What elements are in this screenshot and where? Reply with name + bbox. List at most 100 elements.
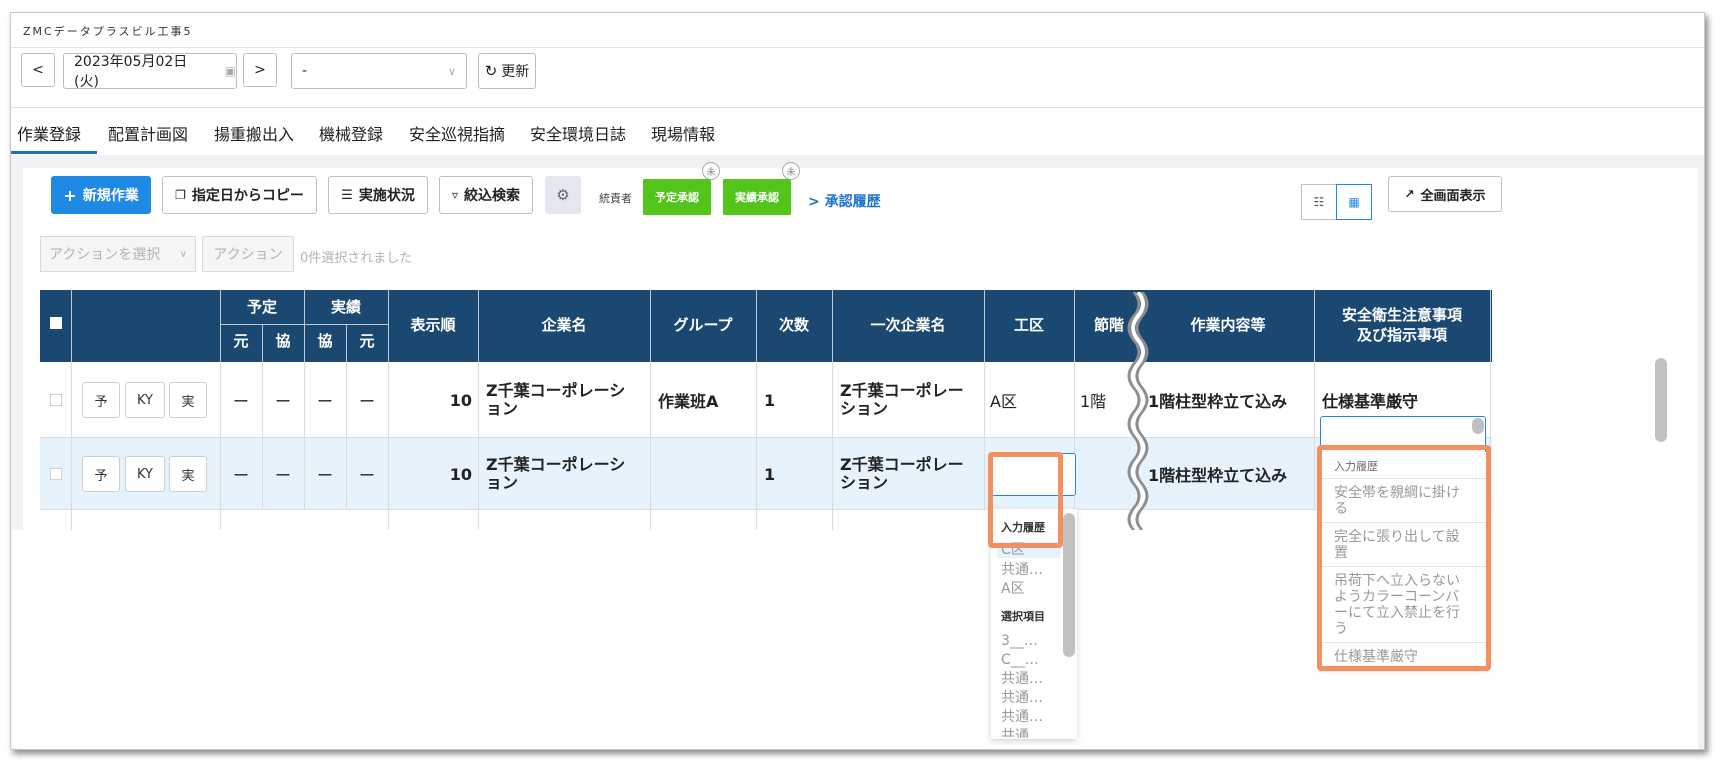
hierarchy-icon: ☷ [1313,195,1325,209]
tree-view-button[interactable]: ☷ [1301,184,1337,220]
filter-label: 絞込検索 [464,188,521,204]
row-divider [71,438,72,510]
header-yotei-kyo: 協 [275,332,291,350]
row-divider [650,438,651,510]
selected-count: 0件選択されました [300,251,413,266]
primary-company-line2: ション [840,473,889,492]
tab-safety-diary[interactable]: 安全環境日誌 [530,121,626,145]
tab-layout-plan[interactable]: 配置計画図 [108,121,188,145]
company-line2: ョン [486,473,519,492]
filter-button[interactable]: ▿ 絞込検索 [439,176,533,214]
chevron-down-icon: ∨ [179,248,187,260]
area-option-item[interactable]: 共通… [1001,709,1043,725]
ky-button[interactable]: KY [125,382,165,418]
area-option-item[interactable]: C__… [1001,652,1039,668]
primary-company-line2: ション [840,399,889,418]
tab-site-info[interactable]: 現場情報 [651,121,715,145]
status-button[interactable]: ☰ 実施状況 [328,176,428,214]
row-divider [346,362,347,438]
jisseki-kyo-value: ー [317,466,334,485]
row-divider [1490,362,1491,438]
actual-button[interactable]: 実 [169,456,207,492]
status-label: 実施状況 [358,188,415,204]
approval-history-link[interactable]: > 承認履歴 [808,191,881,211]
actual-button[interactable]: 実 [169,382,207,418]
area-option-item[interactable]: 共通… [1001,728,1043,738]
header-area: 工区 [1013,316,1044,334]
row-divider [650,510,651,530]
work-value[interactable]: 1階柱型枠立て込み [1148,438,1287,510]
safety-input-scrollbar[interactable] [1472,418,1484,434]
work-value[interactable]: 1階柱型枠立て込み [1148,362,1287,438]
row-divider [478,438,479,510]
floor-value[interactable]: 1階 [1080,362,1106,438]
refresh-button[interactable]: ↻ 更新 [478,53,536,89]
actual-approval-button[interactable]: 実績承認 [723,179,791,215]
row-divider [388,510,389,530]
fullscreen-label: 全画面表示 [1420,188,1486,204]
action-select[interactable]: アクションを選択 ∨ [40,236,196,272]
plan-button[interactable]: 予 [82,456,120,492]
plan-button[interactable]: 予 [82,382,120,418]
site-select-value: - [302,63,308,79]
row-divider [304,438,305,510]
copy-from-date-button[interactable]: ❐ 指定日からコピー [162,176,317,214]
grid-icon: ▦ [1348,195,1360,209]
order-value: 10 [449,464,472,484]
refresh-icon: ↻ [484,62,498,80]
site-select[interactable]: - ∨ [291,53,467,89]
area-history-item[interactable]: 共通… [1001,562,1043,578]
row-divider [756,362,757,438]
fullscreen-button[interactable]: ↗ 全画面表示 [1388,176,1502,212]
plan-approval-button[interactable]: 予定承認 [643,179,711,215]
header-divider [220,324,388,325]
header-order: 表示順 [410,316,456,334]
table-row[interactable]: 予 KY 実 ー ー ー ー 10 Z千葉コーポレーシ ョン 作業班A 1 Z千… [40,362,1492,438]
tier-value: 1 [764,390,776,410]
table-row[interactable] [40,510,1492,530]
header-divider [71,290,72,362]
header-jisseki: 実績 [330,298,361,316]
select-all-checkbox[interactable] [50,317,62,329]
action-button[interactable]: アクション [202,236,294,272]
tab-lifting[interactable]: 揚重搬出入 [214,121,294,145]
area-option-item[interactable]: 共通… [1001,690,1043,706]
table-row[interactable]: 予 KY 実 ー ー ー ー 10 Z千葉コーポレーシ ョン 1 Z千葉コーポレ… [40,438,1492,510]
new-work-button[interactable]: + 新規作業 [51,176,151,214]
chevron-right-icon: > [254,62,266,78]
area-value[interactable]: A区 [990,362,1017,438]
ky-button[interactable]: KY [125,456,165,492]
tab-safety-patrol[interactable]: 安全巡視指摘 [409,121,505,145]
area-option-item[interactable]: 共通… [1001,671,1043,687]
row-divider [650,362,651,438]
row-divider [832,362,833,438]
new-work-label: 新規作業 [82,188,139,204]
row-divider [346,438,347,510]
settings-button[interactable]: ⚙ [545,176,581,214]
area-option-item[interactable]: 3__… [1001,633,1038,649]
copy-from-date-label: 指定日からコピー [191,188,304,204]
row-checkbox[interactable] [50,468,62,480]
row-checkbox[interactable] [50,394,62,406]
filter-icon: ▿ [451,188,459,202]
grid-view-button[interactable]: ▦ [1336,184,1372,220]
date-picker[interactable]: 2023年05月02日 (火) ▣ [63,53,237,90]
refresh-label: 更新 [501,64,530,80]
tab-work-registration[interactable]: 作業登録 [17,121,81,145]
row-divider [304,362,305,438]
header-divider [1074,290,1075,362]
area-dropdown-scrollbar[interactable] [1063,513,1075,657]
header-divider [650,290,651,362]
header-divider [1314,290,1315,362]
plan-approval-badge: 未 [702,162,720,180]
area-history-item[interactable]: A区 [1001,581,1025,597]
prev-day-button[interactable]: < [21,53,55,87]
jisseki-moto-value: ー [359,392,376,411]
header-tier: 次数 [778,316,809,334]
title-divider [11,47,1704,48]
column-break-marker [1127,292,1149,530]
table-scrollbar[interactable] [1655,358,1667,442]
next-day-button[interactable]: > [243,53,277,87]
tab-machine-registration[interactable]: 機械登録 [319,121,383,145]
header-divider [262,324,263,362]
